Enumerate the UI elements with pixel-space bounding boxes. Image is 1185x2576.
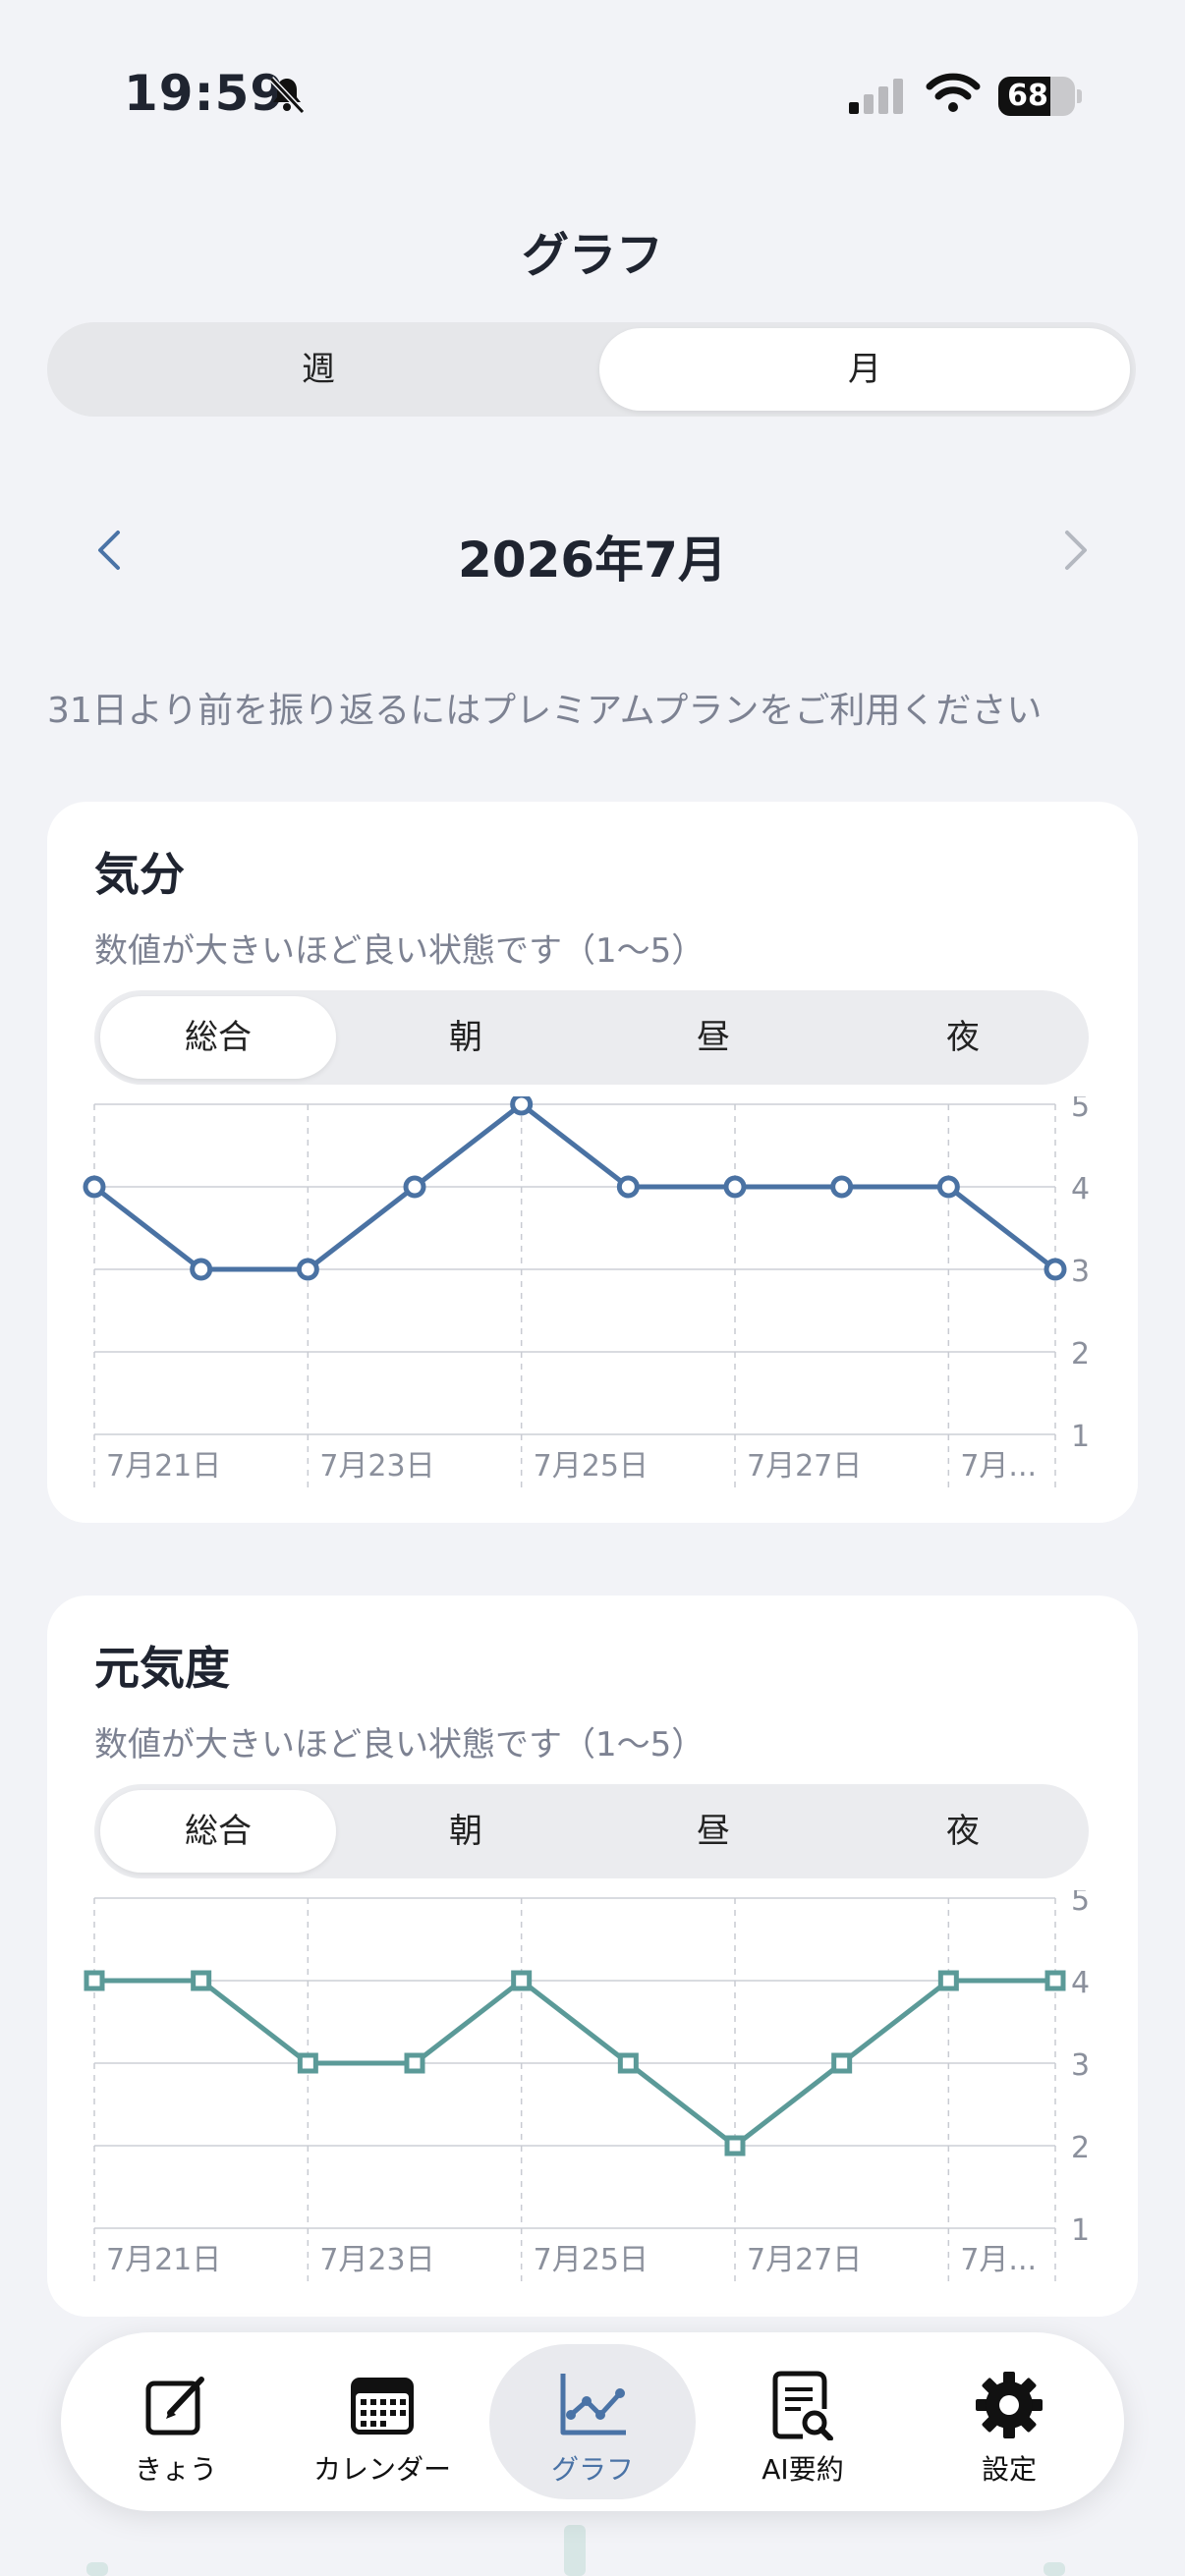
y-tick-label: 1 xyxy=(1071,1420,1090,1454)
tab-noon[interactable]: 昼 xyxy=(595,996,831,1079)
data-point xyxy=(1044,1258,1067,1281)
data-point xyxy=(723,1175,747,1199)
data-point xyxy=(84,1970,105,1991)
card-title: 気分 xyxy=(94,848,185,901)
status-time: 19:59 xyxy=(124,65,286,122)
data-point xyxy=(937,1970,959,1991)
chart-icon xyxy=(560,2374,626,2436)
period-week-button[interactable]: 週 xyxy=(53,328,584,411)
tab-morning[interactable]: 朝 xyxy=(348,996,584,1079)
cellular-signal-icon xyxy=(849,79,903,114)
tab-overall[interactable]: 総合 xyxy=(100,1790,336,1873)
tab-bar-today[interactable]: きょう xyxy=(73,2344,279,2499)
tab-noon[interactable]: 昼 xyxy=(595,1790,831,1873)
data-point xyxy=(510,1096,534,1116)
data-point xyxy=(404,2052,425,2074)
card-title: 元気度 xyxy=(94,1642,230,1695)
data-point xyxy=(83,1175,106,1199)
data-point xyxy=(617,2052,639,2074)
y-tick-label: 5 xyxy=(1071,1096,1090,1124)
energy-time-tabs: 総合 朝 昼 夜 xyxy=(94,1784,1089,1878)
data-point xyxy=(830,1175,854,1199)
data-point xyxy=(511,1970,533,1991)
y-tick-label: 4 xyxy=(1071,1172,1090,1206)
x-tick-label: 7月21日 xyxy=(106,2243,221,2277)
tab-morning[interactable]: 朝 xyxy=(348,1790,584,1873)
mood-card: 気分 数値が大きいほど良い状態です（1〜5） 総合 朝 昼 夜 1 2 3 4 5 7月2… xyxy=(47,802,1138,1523)
bottom-tab-bar: きょう カレンダー グラフ AI要約 設定 xyxy=(61,2332,1124,2511)
tab-bar-calendar[interactable]: カレンダー xyxy=(279,2344,485,2499)
data-point xyxy=(190,1258,213,1281)
period-month-button[interactable]: 月 xyxy=(599,328,1130,411)
gear-icon xyxy=(976,2372,1043,2438)
energy-card: 元気度 数値が大きいほど良い状態です（1〜5） 総合 朝 昼 夜 1 2 3 4 5 7月… xyxy=(47,1596,1138,2317)
battery-percent: 68 xyxy=(1007,79,1048,113)
mood-time-tabs: 総合 朝 昼 夜 xyxy=(94,990,1089,1085)
chevron-right-icon[interactable] xyxy=(1051,527,1099,574)
month-navigator: 2026年7月 xyxy=(0,511,1185,589)
wifi-icon xyxy=(926,73,981,112)
y-tick-label: 2 xyxy=(1071,2131,1090,2165)
data-point xyxy=(616,1175,640,1199)
energy-line-chart: 1 2 3 4 5 7月21日 7月23日 7月25日 7月27日 7月... xyxy=(84,1890,1090,2281)
page-title: グラフ xyxy=(521,228,663,283)
x-tick-label: 7月27日 xyxy=(747,2243,862,2277)
card-subtitle: 数値が大きいほど良い状態です（1〜5） xyxy=(94,1725,705,1764)
data-point xyxy=(296,1258,319,1281)
y-tick-label: 4 xyxy=(1071,1966,1090,2000)
data-point xyxy=(831,2052,853,2074)
x-tick-label: 7月23日 xyxy=(319,2243,434,2277)
x-tick-label: 7月25日 xyxy=(534,2243,649,2277)
data-point xyxy=(936,1175,960,1199)
x-tick-label: 7月25日 xyxy=(534,1449,649,1484)
battery-indicator: 68 xyxy=(998,77,1082,116)
period-segmented-control: 週 月 xyxy=(47,322,1136,417)
scroll-content-peek xyxy=(86,2525,1065,2576)
tab-bar-label: 設定 xyxy=(981,2453,1037,2486)
premium-notice: 31日より前を振り返るにはプレミアムプランをご利用ください xyxy=(47,691,1043,731)
x-tick-label: 7月... xyxy=(960,1449,1037,1484)
x-tick-label: 7月... xyxy=(960,2243,1037,2277)
data-point xyxy=(724,2135,746,2156)
y-tick-label: 1 xyxy=(1071,2213,1090,2248)
x-tick-label: 7月21日 xyxy=(106,1449,221,1484)
tab-night[interactable]: 夜 xyxy=(845,1790,1081,1873)
tab-bar-label: AI要約 xyxy=(762,2453,844,2486)
mood-line-chart: 1 2 3 4 5 7月21日 7月23日 7月25日 7月27日 7月... xyxy=(83,1096,1090,1487)
bell-muted-icon xyxy=(268,76,306,115)
tab-night[interactable]: 夜 xyxy=(845,996,1081,1079)
y-tick-label: 3 xyxy=(1071,1255,1090,1289)
card-subtitle: 数値が大きいほど良い状態です（1〜5） xyxy=(94,931,705,971)
tab-bar-label: グラフ xyxy=(550,2453,634,2486)
status-bar: 19:59 68 xyxy=(0,0,1185,187)
y-tick-label: 2 xyxy=(1071,1337,1090,1372)
tab-bar-settings[interactable]: 設定 xyxy=(906,2344,1112,2499)
ai-summary-icon xyxy=(772,2371,833,2440)
edit-icon xyxy=(145,2377,204,2436)
month-label: 2026年7月 xyxy=(458,532,727,588)
y-tick-label: 3 xyxy=(1071,2048,1090,2083)
tab-overall[interactable]: 総合 xyxy=(100,996,336,1079)
x-tick-label: 7月27日 xyxy=(747,1449,862,1484)
data-point xyxy=(1044,1970,1066,1991)
data-point xyxy=(403,1175,426,1199)
tab-bar-ai-summary[interactable]: AI要約 xyxy=(700,2344,906,2499)
tab-bar-label: カレンダー xyxy=(312,2453,451,2486)
tab-bar-label: きょう xyxy=(134,2453,217,2486)
data-point xyxy=(191,1970,212,1991)
tab-bar-graph[interactable]: グラフ xyxy=(489,2344,696,2499)
data-point xyxy=(297,2052,318,2074)
x-tick-label: 7月23日 xyxy=(319,1449,434,1484)
calendar-icon xyxy=(351,2378,414,2435)
y-tick-label: 5 xyxy=(1071,1890,1090,1918)
